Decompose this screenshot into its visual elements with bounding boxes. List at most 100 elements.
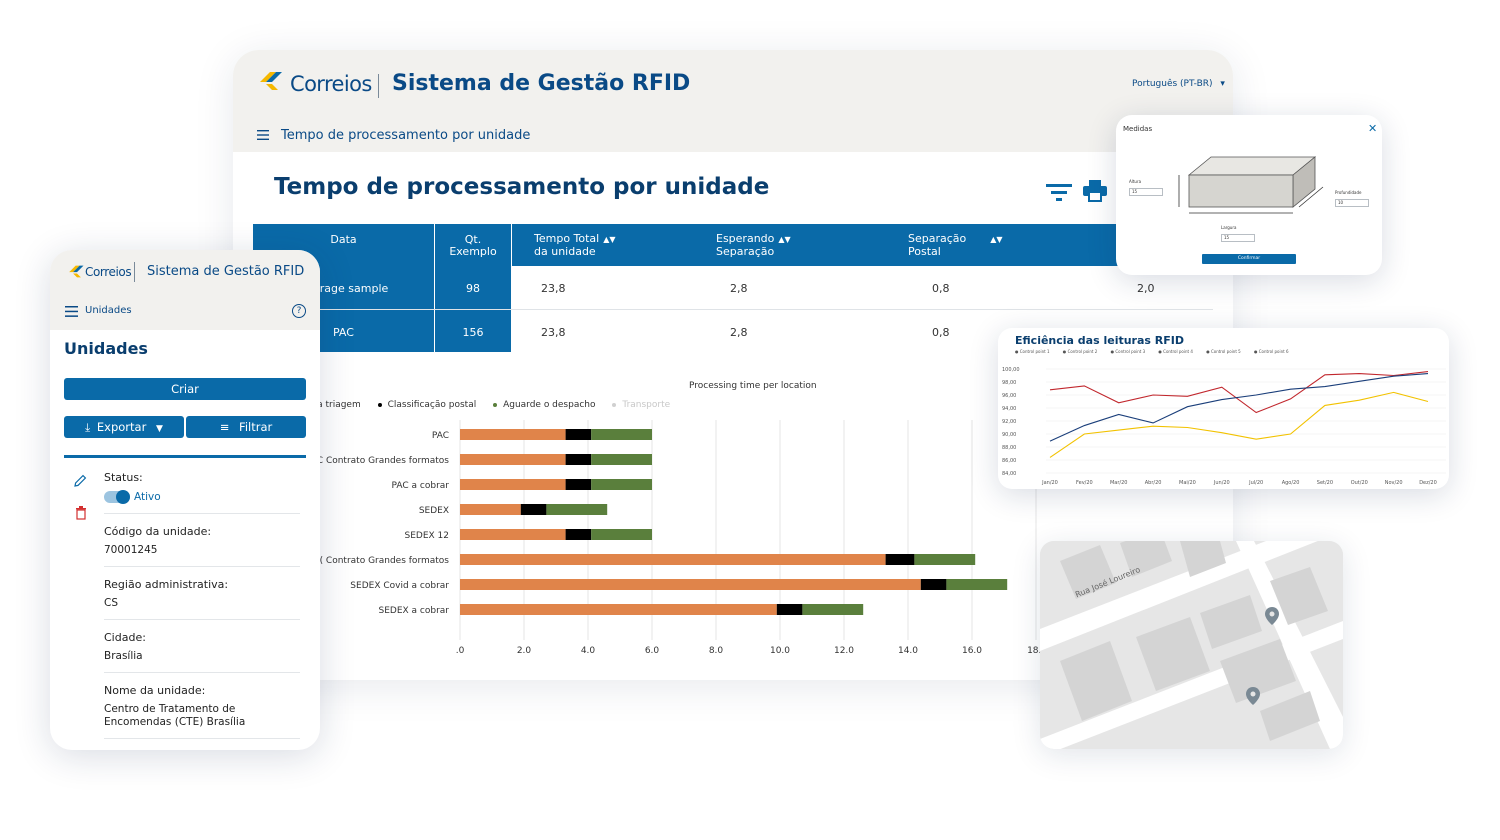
line-chart-title: Eficiência das leituras RFID	[1015, 334, 1184, 347]
y-tick-label: 94,00	[1002, 406, 1016, 412]
category-label: SEDEX 12	[405, 531, 450, 541]
box-dimensions-illustration	[1178, 156, 1324, 214]
bar-segment	[565, 529, 592, 540]
correios-logo-icon	[260, 72, 282, 90]
regiao-label: Região administrativa:	[104, 578, 229, 591]
status-label: Status:	[104, 471, 143, 484]
altura-input[interactable]: 15	[1129, 188, 1163, 196]
system-title: Sistema de Gestão RFID	[392, 71, 691, 96]
bar-segment	[591, 429, 652, 440]
print-icon[interactable]	[1083, 180, 1107, 202]
page-title: Tempo de processamento por unidade	[274, 174, 770, 200]
cell-esperando: 2,8	[730, 326, 748, 339]
x-tick-label: Jun/20	[1213, 480, 1230, 486]
row-qt: 156	[435, 310, 511, 352]
bar-segment	[802, 604, 864, 615]
column-header-separacao[interactable]: Separação ▲▼ Postal	[908, 233, 1003, 258]
column-header-data[interactable]: Data	[253, 234, 434, 246]
column-header-qt[interactable]: Qt. Exemplo	[435, 234, 511, 258]
cell-esperando: 2,8	[730, 282, 748, 295]
hamburger-menu-icon[interactable]	[257, 130, 269, 140]
x-tick-label: Mar/20	[1110, 480, 1127, 486]
x-tick-label: Set/20	[1317, 480, 1333, 486]
y-tick-label: 98,00	[1002, 380, 1016, 386]
legend-item[interactable]: Aguarde o despacho	[493, 400, 596, 410]
bar-segment	[920, 579, 947, 590]
x-tick-label: 12.0	[834, 646, 854, 656]
status-toggle[interactable]	[104, 490, 130, 504]
legend-item[interactable]: ● Control point 6	[1254, 349, 1289, 354]
map-card[interactable]: Rua José Loureiro	[1040, 541, 1343, 749]
x-tick-label: 16.0	[962, 646, 982, 656]
legend-dot	[377, 402, 382, 407]
map-pin-icon[interactable]	[1265, 607, 1279, 625]
bar-segment	[460, 454, 566, 465]
bar-segment	[565, 454, 592, 465]
table-row[interactable]: erage sample 98 23,8 2,8 0,8 2,0	[253, 266, 1213, 310]
x-tick-label: 10.0	[770, 646, 790, 656]
legend-item[interactable]: ● Control point 3	[1111, 349, 1146, 354]
sort-icon: ▲▼	[778, 235, 791, 244]
language-select[interactable]: Português (PT-BR) ▾	[1132, 79, 1225, 89]
bar-segment	[591, 529, 652, 540]
legend-item[interactable]: ● Control point 4	[1158, 349, 1193, 354]
breadcrumb[interactable]: Unidades	[85, 305, 132, 316]
create-button[interactable]: Criar	[64, 378, 306, 400]
filter-icon: ≡	[219, 420, 230, 434]
confirm-button[interactable]: Confirmar	[1202, 254, 1296, 264]
y-tick-label: 92,00	[1002, 419, 1016, 425]
header-divider	[378, 74, 379, 98]
unit-details-card: Status: Ativo Código da unidade: 7000124…	[64, 455, 306, 750]
y-tick-label: 100,00	[1002, 367, 1020, 373]
category-label: SEDEX a cobrar	[378, 606, 449, 616]
bar-segment	[520, 504, 547, 515]
cell-total: 23,8	[541, 282, 566, 295]
x-tick-label: 4.0	[581, 646, 596, 656]
bar-segment	[776, 604, 803, 615]
bar-segment	[546, 504, 608, 515]
medidas-modal: Medidas ✕ Altura 15 Largura 15 Profundid…	[1116, 115, 1382, 275]
chart-title: Processing time per location	[689, 381, 817, 391]
map-pin-icon[interactable]	[1246, 687, 1260, 705]
y-tick-label: 84,00	[1002, 471, 1016, 477]
regiao-value: CS	[104, 597, 118, 609]
modal-title: Medidas	[1123, 125, 1153, 133]
legend-item[interactable]: ● Control point 5	[1206, 349, 1241, 354]
bar-segment	[591, 479, 652, 490]
y-tick-label: 88,00	[1002, 445, 1016, 451]
close-icon[interactable]: ✕	[1368, 122, 1377, 135]
cell-separacao: 0,8	[932, 326, 950, 339]
category-label: C Contrato Grandes formatos	[317, 456, 450, 466]
profundidade-input[interactable]: 10	[1335, 199, 1369, 207]
breadcrumb[interactable]: Tempo de processamento por unidade	[281, 128, 530, 143]
codigo-value: 70001245	[104, 544, 158, 556]
x-tick-label: 2.0	[517, 646, 532, 656]
nome-value-line-1: Centro de Tratamento de	[104, 703, 236, 715]
cidade-value: Brasília	[104, 650, 143, 662]
y-tick-label: 90,00	[1002, 432, 1016, 438]
brand-logo-text: Correios	[290, 72, 372, 96]
filter-icon[interactable]	[1046, 182, 1072, 202]
nome-label: Nome da unidade:	[104, 684, 206, 697]
bar-segment	[565, 479, 592, 490]
brand-logo-text: Correios	[85, 265, 132, 279]
x-tick-label: Jan/20	[1041, 480, 1058, 486]
legend-item[interactable]: ● Control point 2	[1063, 349, 1098, 354]
help-icon[interactable]: ?	[292, 304, 306, 318]
download-icon: ⤓	[85, 420, 91, 434]
trash-icon[interactable]	[75, 506, 87, 520]
hamburger-menu-icon[interactable]	[65, 306, 78, 317]
legend-item[interactable]: Transporte	[612, 400, 670, 410]
edit-icon[interactable]	[73, 474, 87, 488]
legend-item[interactable]: ● Control point 1	[1015, 349, 1050, 354]
toggle-knob	[116, 490, 130, 504]
codigo-label: Código da unidade:	[104, 525, 212, 538]
column-header-tempo-total[interactable]: Tempo Total ▲▼ da unidade	[534, 233, 616, 258]
column-header-esperando[interactable]: Esperando ▲▼ Separação	[716, 233, 791, 258]
largura-input[interactable]: 15	[1221, 234, 1255, 242]
category-label: ( Contrato Grandes formatos	[320, 556, 450, 566]
nome-value-line-2: Encomendas (CTE) Brasília	[104, 716, 246, 728]
filter-button[interactable]: ≡ Filtrar	[186, 416, 306, 438]
export-button[interactable]: ⤓ Exportar ▼	[64, 416, 184, 438]
legend-item[interactable]: Classificação postal	[377, 400, 476, 410]
